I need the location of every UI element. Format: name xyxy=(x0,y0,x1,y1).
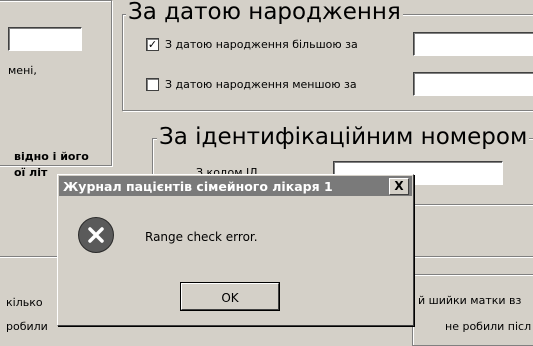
dob-group xyxy=(122,14,533,111)
left-panel xyxy=(0,0,112,166)
dialog-titlebar[interactable]: Журнал пацієнтів сімейного лікаря 1 X xyxy=(59,176,412,196)
dob-greater-label: З датою народження більшою за xyxy=(165,38,358,51)
left-text-4: кілько xyxy=(6,296,43,309)
left-text-3: ої літ xyxy=(14,166,48,179)
bottom-group xyxy=(412,274,533,346)
left-text-5: робили xyxy=(6,320,48,333)
dob-less-checkbox[interactable] xyxy=(146,78,159,91)
error-icon xyxy=(78,217,114,253)
error-message: Range check error. xyxy=(145,230,258,244)
dob-less-input[interactable] xyxy=(413,72,533,96)
close-button[interactable]: X xyxy=(389,177,409,195)
error-dialog: Журнал пацієнтів сімейного лікаря 1 X Ra… xyxy=(57,174,414,326)
dialog-title: Журнал пацієнтів сімейного лікаря 1 xyxy=(63,178,333,194)
left-text-2: відно і його xyxy=(14,150,89,163)
left-text-input[interactable] xyxy=(8,27,82,51)
dob-group-title: За датою народження xyxy=(126,0,403,25)
checkmark-icon: ✓ xyxy=(147,38,158,51)
dob-greater-input[interactable] xyxy=(413,32,533,56)
left-text-1: мені, xyxy=(8,64,37,77)
error-x-icon xyxy=(88,227,104,243)
ok-button[interactable]: OK xyxy=(181,283,279,310)
id-group-title: За ідентифікаційним номером xyxy=(157,124,530,150)
dob-greater-checkbox[interactable]: ✓ xyxy=(146,38,159,51)
dob-less-label: З датою народження меншою за xyxy=(165,78,357,91)
close-icon: X xyxy=(394,178,404,193)
